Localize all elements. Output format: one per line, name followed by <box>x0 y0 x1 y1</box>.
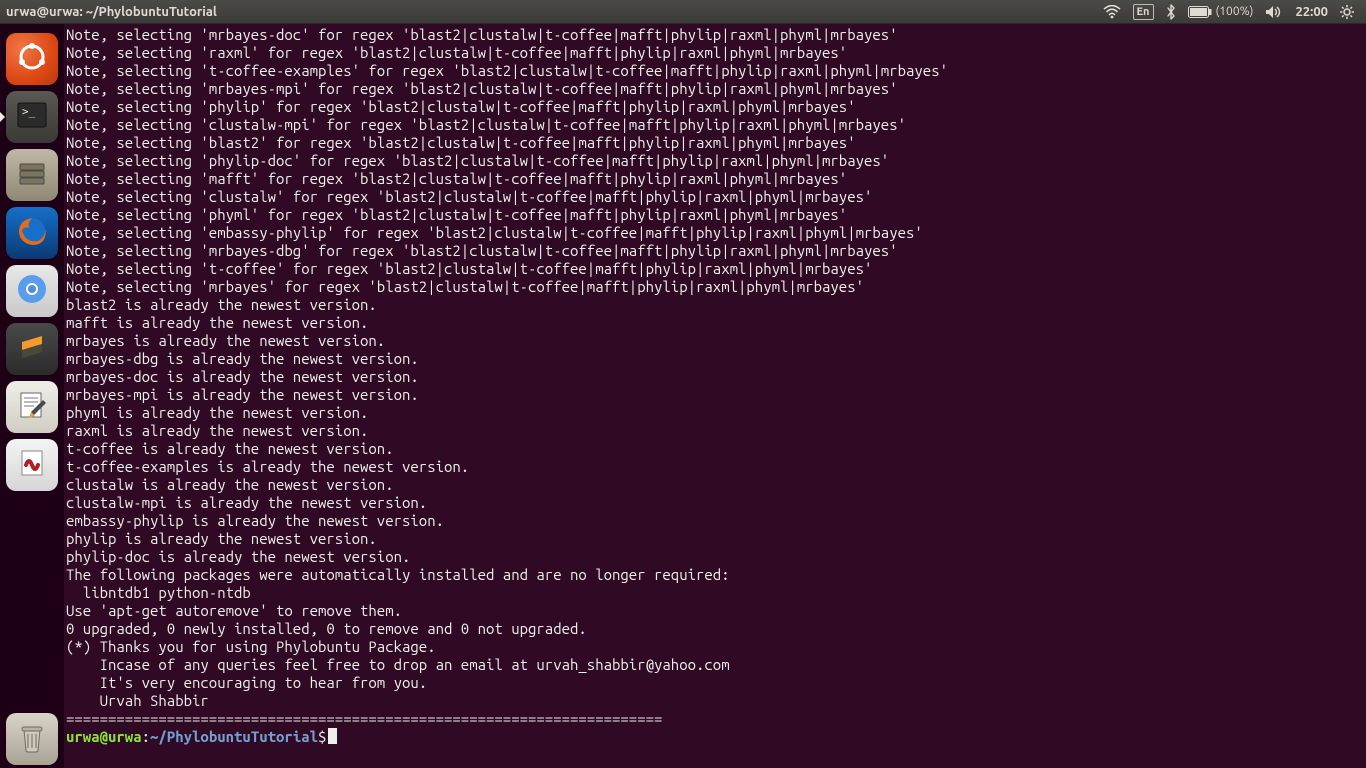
terminal-line: blast2 is already the newest version. <box>66 296 1364 314</box>
sublime-icon <box>17 332 47 366</box>
terminal-line: Incase of any queries feel free to drop … <box>66 656 1364 674</box>
launcher-dash[interactable] <box>6 33 58 85</box>
terminal-prompt[interactable]: urwa@urwa:~/PhylobuntuTutorial$ <box>66 728 1364 746</box>
terminal-line: mrbayes is already the newest version. <box>66 332 1364 350</box>
battery-indicator[interactable]: (100%) <box>1182 5 1260 18</box>
launcher-sublime[interactable] <box>6 323 58 375</box>
terminal-line: raxml is already the newest version. <box>66 422 1364 440</box>
gedit-icon <box>16 389 48 425</box>
terminal-line: clustalw-mpi is already the newest versi… <box>66 494 1364 512</box>
launcher-files[interactable] <box>6 149 58 201</box>
language-label: En <box>1133 4 1154 20</box>
terminal-line: Note, selecting 'phylip' for regex 'blas… <box>66 98 1364 116</box>
terminal-line: The following packages were automaticall… <box>66 566 1364 584</box>
terminal-line: mafft is already the newest version. <box>66 314 1364 332</box>
terminal-line: mrbayes-dbg is already the newest versio… <box>66 350 1364 368</box>
terminal-line: Note, selecting 'mafft' for regex 'blast… <box>66 170 1364 188</box>
terminal-line: mrbayes-doc is already the newest versio… <box>66 368 1364 386</box>
terminal-line: Note, selecting 'mrbayes-dbg' for regex … <box>66 242 1364 260</box>
terminal-line: Note, selecting 'phyml' for regex 'blast… <box>66 206 1364 224</box>
clock[interactable]: 22:00 <box>1289 5 1334 19</box>
terminal-line: Note, selecting 'phylip-doc' for regex '… <box>66 152 1364 170</box>
terminal-line: Note, selecting 'clustalw-mpi' for regex… <box>66 116 1364 134</box>
terminal-line: mrbayes-mpi is already the newest versio… <box>66 386 1364 404</box>
terminal-line: Use 'apt-get autoremove' to remove them. <box>66 602 1364 620</box>
launcher: >_ <box>0 24 64 768</box>
prompt-userhost: urwa@urwa <box>66 728 142 745</box>
files-icon <box>15 156 49 194</box>
clock-time: 22:00 <box>1295 5 1328 19</box>
prompt-path: ~/PhylobuntuTutorial <box>150 728 318 745</box>
terminal-line: phylip is already the newest version. <box>66 530 1364 548</box>
terminal-line: Note, selecting 'mrbayes-doc' for regex … <box>66 26 1364 44</box>
terminal-line: Note, selecting 'embassy-phylip' for reg… <box>66 224 1364 242</box>
battery-icon <box>1188 6 1212 18</box>
bluetooth-indicator[interactable] <box>1160 4 1182 20</box>
terminal-cursor <box>328 728 337 744</box>
sound-indicator[interactable] <box>1259 5 1289 19</box>
volume-icon <box>1265 5 1283 19</box>
terminal-line: Note, selecting 't-coffee-examples' for … <box>66 62 1364 80</box>
battery-percent: (100%) <box>1216 5 1254 18</box>
terminal-icon: >_ <box>15 98 49 136</box>
terminal-line: phyml is already the newest version. <box>66 404 1364 422</box>
network-indicator[interactable] <box>1097 5 1127 19</box>
terminal-line: Note, selecting 't-coffee' for regex 'bl… <box>66 260 1364 278</box>
terminal-line: Note, selecting 'clustalw' for regex 'bl… <box>66 188 1364 206</box>
launcher-terminal[interactable]: >_ <box>6 91 58 143</box>
chromium-icon <box>14 271 50 311</box>
launcher-firefox[interactable] <box>6 207 58 259</box>
terminal-line: embassy-phylip is already the newest ver… <box>66 512 1364 530</box>
session-indicator[interactable] <box>1334 5 1360 19</box>
terminal-line: phylip-doc is already the newest version… <box>66 548 1364 566</box>
terminal-line: ========================================… <box>66 710 1364 728</box>
launcher-evince[interactable] <box>6 439 58 491</box>
dash-icon <box>15 40 49 78</box>
terminal[interactable]: Note, selecting 'mrbayes-doc' for regex … <box>64 24 1366 768</box>
bluetooth-icon <box>1166 4 1176 20</box>
terminal-line: (*) Thanks you for using Phylobuntu Pack… <box>66 638 1364 656</box>
terminal-line: It's very encouraging to hear from you. <box>66 674 1364 692</box>
terminal-line: Urvah Shabbir <box>66 692 1364 710</box>
top-panel: urwa@urwa: ~/PhylobuntuTutorial En <box>0 0 1366 24</box>
prompt-colon: : <box>142 728 150 745</box>
launcher-trash[interactable] <box>6 713 58 765</box>
terminal-line: Note, selecting 'raxml' for regex 'blast… <box>66 44 1364 62</box>
evince-icon <box>16 447 48 483</box>
wifi-icon <box>1103 5 1121 19</box>
launcher-gedit[interactable] <box>6 381 58 433</box>
terminal-line: libntdb1 python-ntdb <box>66 584 1364 602</box>
window-title: urwa@urwa: ~/PhylobuntuTutorial <box>6 5 217 19</box>
terminal-line: t-coffee-examples is already the newest … <box>66 458 1364 476</box>
terminal-line: clustalw is already the newest version. <box>66 476 1364 494</box>
gear-icon <box>1340 5 1354 19</box>
terminal-line: 0 upgraded, 0 newly installed, 0 to remo… <box>66 620 1364 638</box>
trash-icon <box>15 720 49 758</box>
firefox-icon <box>14 213 50 253</box>
language-indicator[interactable]: En <box>1127 4 1160 20</box>
terminal-line: Note, selecting 'mrbayes-mpi' for regex … <box>66 80 1364 98</box>
terminal-line: t-coffee is already the newest version. <box>66 440 1364 458</box>
svg-text:>_: >_ <box>22 105 36 118</box>
terminal-line: Note, selecting 'mrbayes' for regex 'bla… <box>66 278 1364 296</box>
terminal-line: Note, selecting 'blast2' for regex 'blas… <box>66 134 1364 152</box>
prompt-dollar: $ <box>318 728 326 745</box>
launcher-chromium[interactable] <box>6 265 58 317</box>
